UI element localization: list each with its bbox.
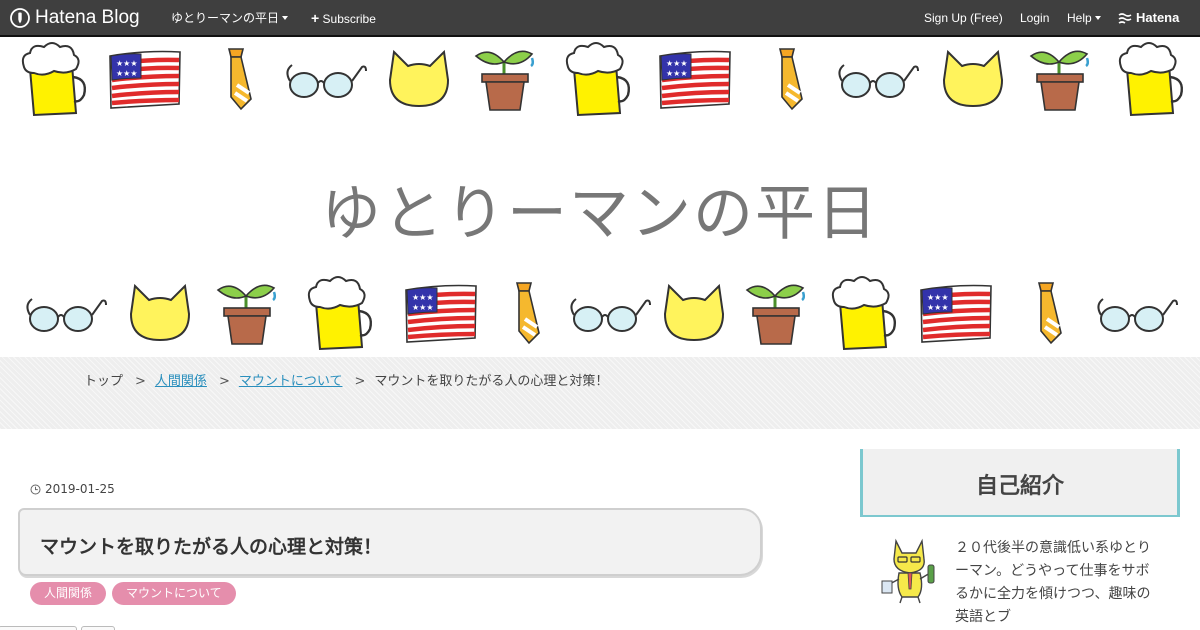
cat-face-icon	[127, 282, 193, 348]
help-label: Help	[1067, 11, 1092, 25]
article-title-box: マウントを取りたがる人の心理と対策！	[18, 508, 762, 576]
glasses-icon	[834, 55, 920, 107]
potted-plant-icon	[745, 278, 809, 352]
breadcrumb-separator: >	[354, 374, 366, 389]
logo-text: Hatena Blog	[35, 7, 140, 28]
share-count-button[interactable]	[81, 626, 115, 630]
profile-module-header: 自己紹介	[860, 449, 1180, 517]
svg-text:★★★: ★★★	[116, 69, 138, 78]
beer-mug-icon	[304, 275, 374, 355]
article-date[interactable]: 2019-01-25	[30, 482, 115, 496]
glasses-icon	[566, 289, 652, 341]
svg-text:★★★: ★★★	[116, 59, 138, 68]
subscribe-label: Subscribe	[322, 12, 376, 26]
necktie-icon	[770, 47, 806, 115]
hatena-brand-text: Hatena	[1136, 10, 1180, 25]
breadcrumb-current: マウントを取りたがる人の心理と対策！	[374, 374, 609, 389]
yellow-cat-character-icon	[881, 538, 935, 604]
svg-text:★★★: ★★★	[666, 59, 688, 68]
breadcrumb: トップ > 人間関係 > マウントについて > マウントを取りたがる人の心理と対策！	[84, 370, 608, 389]
svg-text:★★★: ★★★	[412, 303, 434, 312]
profile-heading: 自己紹介	[975, 474, 1064, 499]
glasses-icon	[1093, 289, 1179, 341]
breadcrumb-separator: >	[135, 374, 146, 389]
us-flag-icon: ★★★ ★★★	[918, 282, 994, 348]
us-flag-icon: ★★★ ★★★	[657, 48, 733, 114]
login-link[interactable]: Login	[1020, 0, 1049, 36]
beer-mug-icon	[562, 41, 632, 121]
svg-text:★★★: ★★★	[666, 69, 688, 78]
hatena-logo[interactable]: Hatena	[1118, 0, 1179, 36]
article-title[interactable]: マウントを取りたがる人の心理と対策！	[40, 532, 382, 559]
blog-menu-label: ゆとりーマンの平日	[171, 11, 280, 25]
hatena-blog-logo[interactable]: Hatena Blog	[10, 0, 140, 36]
cat-face-icon	[940, 48, 1006, 114]
share-button[interactable]	[0, 626, 77, 630]
hatena-blog-pen-icon	[10, 8, 30, 28]
glasses-icon	[22, 289, 108, 341]
necktie-icon	[507, 281, 543, 349]
potted-plant-icon	[1029, 44, 1093, 118]
potted-plant-icon	[216, 278, 280, 352]
necktie-icon	[219, 47, 255, 115]
profile-divider	[860, 515, 1180, 517]
beer-mug-icon	[1115, 41, 1185, 121]
profile-description: ２０代後半の意識低い系ゆとりーマン。どうやって仕事をサボるかに全力を傾けつつ、趣…	[955, 540, 1151, 625]
blog-title[interactable]: ゆとりーマンの平日	[0, 184, 1200, 244]
tag-human-relations[interactable]: 人間関係	[30, 582, 107, 605]
tag-mount[interactable]: マウントについて	[112, 582, 236, 605]
svg-text:★★★: ★★★	[927, 303, 949, 312]
svg-text:★★★: ★★★	[927, 293, 949, 302]
blog-header[interactable]: ★★★ ★★★ ★★★ ★★★ ★★★ ★★★ ★★★ ★★★ ゆとりーマンの平…	[0, 39, 1200, 357]
signup-link[interactable]: Sign Up (Free)	[924, 0, 1003, 36]
plus-icon: +	[311, 10, 320, 26]
beer-mug-icon	[828, 275, 898, 355]
global-header: Hatena Blog ゆとりーマンの平日 + Subscribe Sign U…	[0, 0, 1200, 37]
chevron-down-icon	[282, 15, 289, 20]
subscribe-button[interactable]: + Subscribe	[311, 0, 376, 36]
cat-face-icon	[386, 48, 452, 114]
breadcrumb-top[interactable]: トップ	[84, 374, 123, 389]
breadcrumb-subcategory-link[interactable]: マウントについて	[239, 374, 343, 389]
us-flag-icon: ★★★ ★★★	[107, 48, 183, 114]
cat-face-icon	[661, 282, 727, 348]
breadcrumb-band: トップ > 人間関係 > マウントについて > マウントを取りたがる人の心理と対策！	[0, 357, 1200, 429]
article-date-text: 2019-01-25	[45, 482, 115, 496]
necktie-icon	[1029, 281, 1065, 349]
help-dropdown[interactable]: Help	[1067, 0, 1101, 36]
us-flag-icon: ★★★ ★★★	[403, 282, 479, 348]
potted-plant-icon	[474, 44, 538, 118]
breadcrumb-category-link[interactable]: 人間関係	[155, 374, 207, 389]
clock-icon	[30, 484, 41, 494]
blog-menu-dropdown[interactable]: ゆとりーマンの平日	[171, 0, 289, 36]
article-tags: 人間関係 マウントについて	[30, 582, 236, 605]
chevron-down-icon	[1094, 15, 1101, 20]
beer-mug-icon	[18, 41, 88, 121]
glasses-icon	[282, 55, 368, 107]
profile-avatar[interactable]	[880, 535, 944, 609]
breadcrumb-separator: >	[218, 374, 230, 389]
svg-text:★★★: ★★★	[412, 293, 434, 302]
hatena-wave-icon	[1118, 13, 1132, 24]
